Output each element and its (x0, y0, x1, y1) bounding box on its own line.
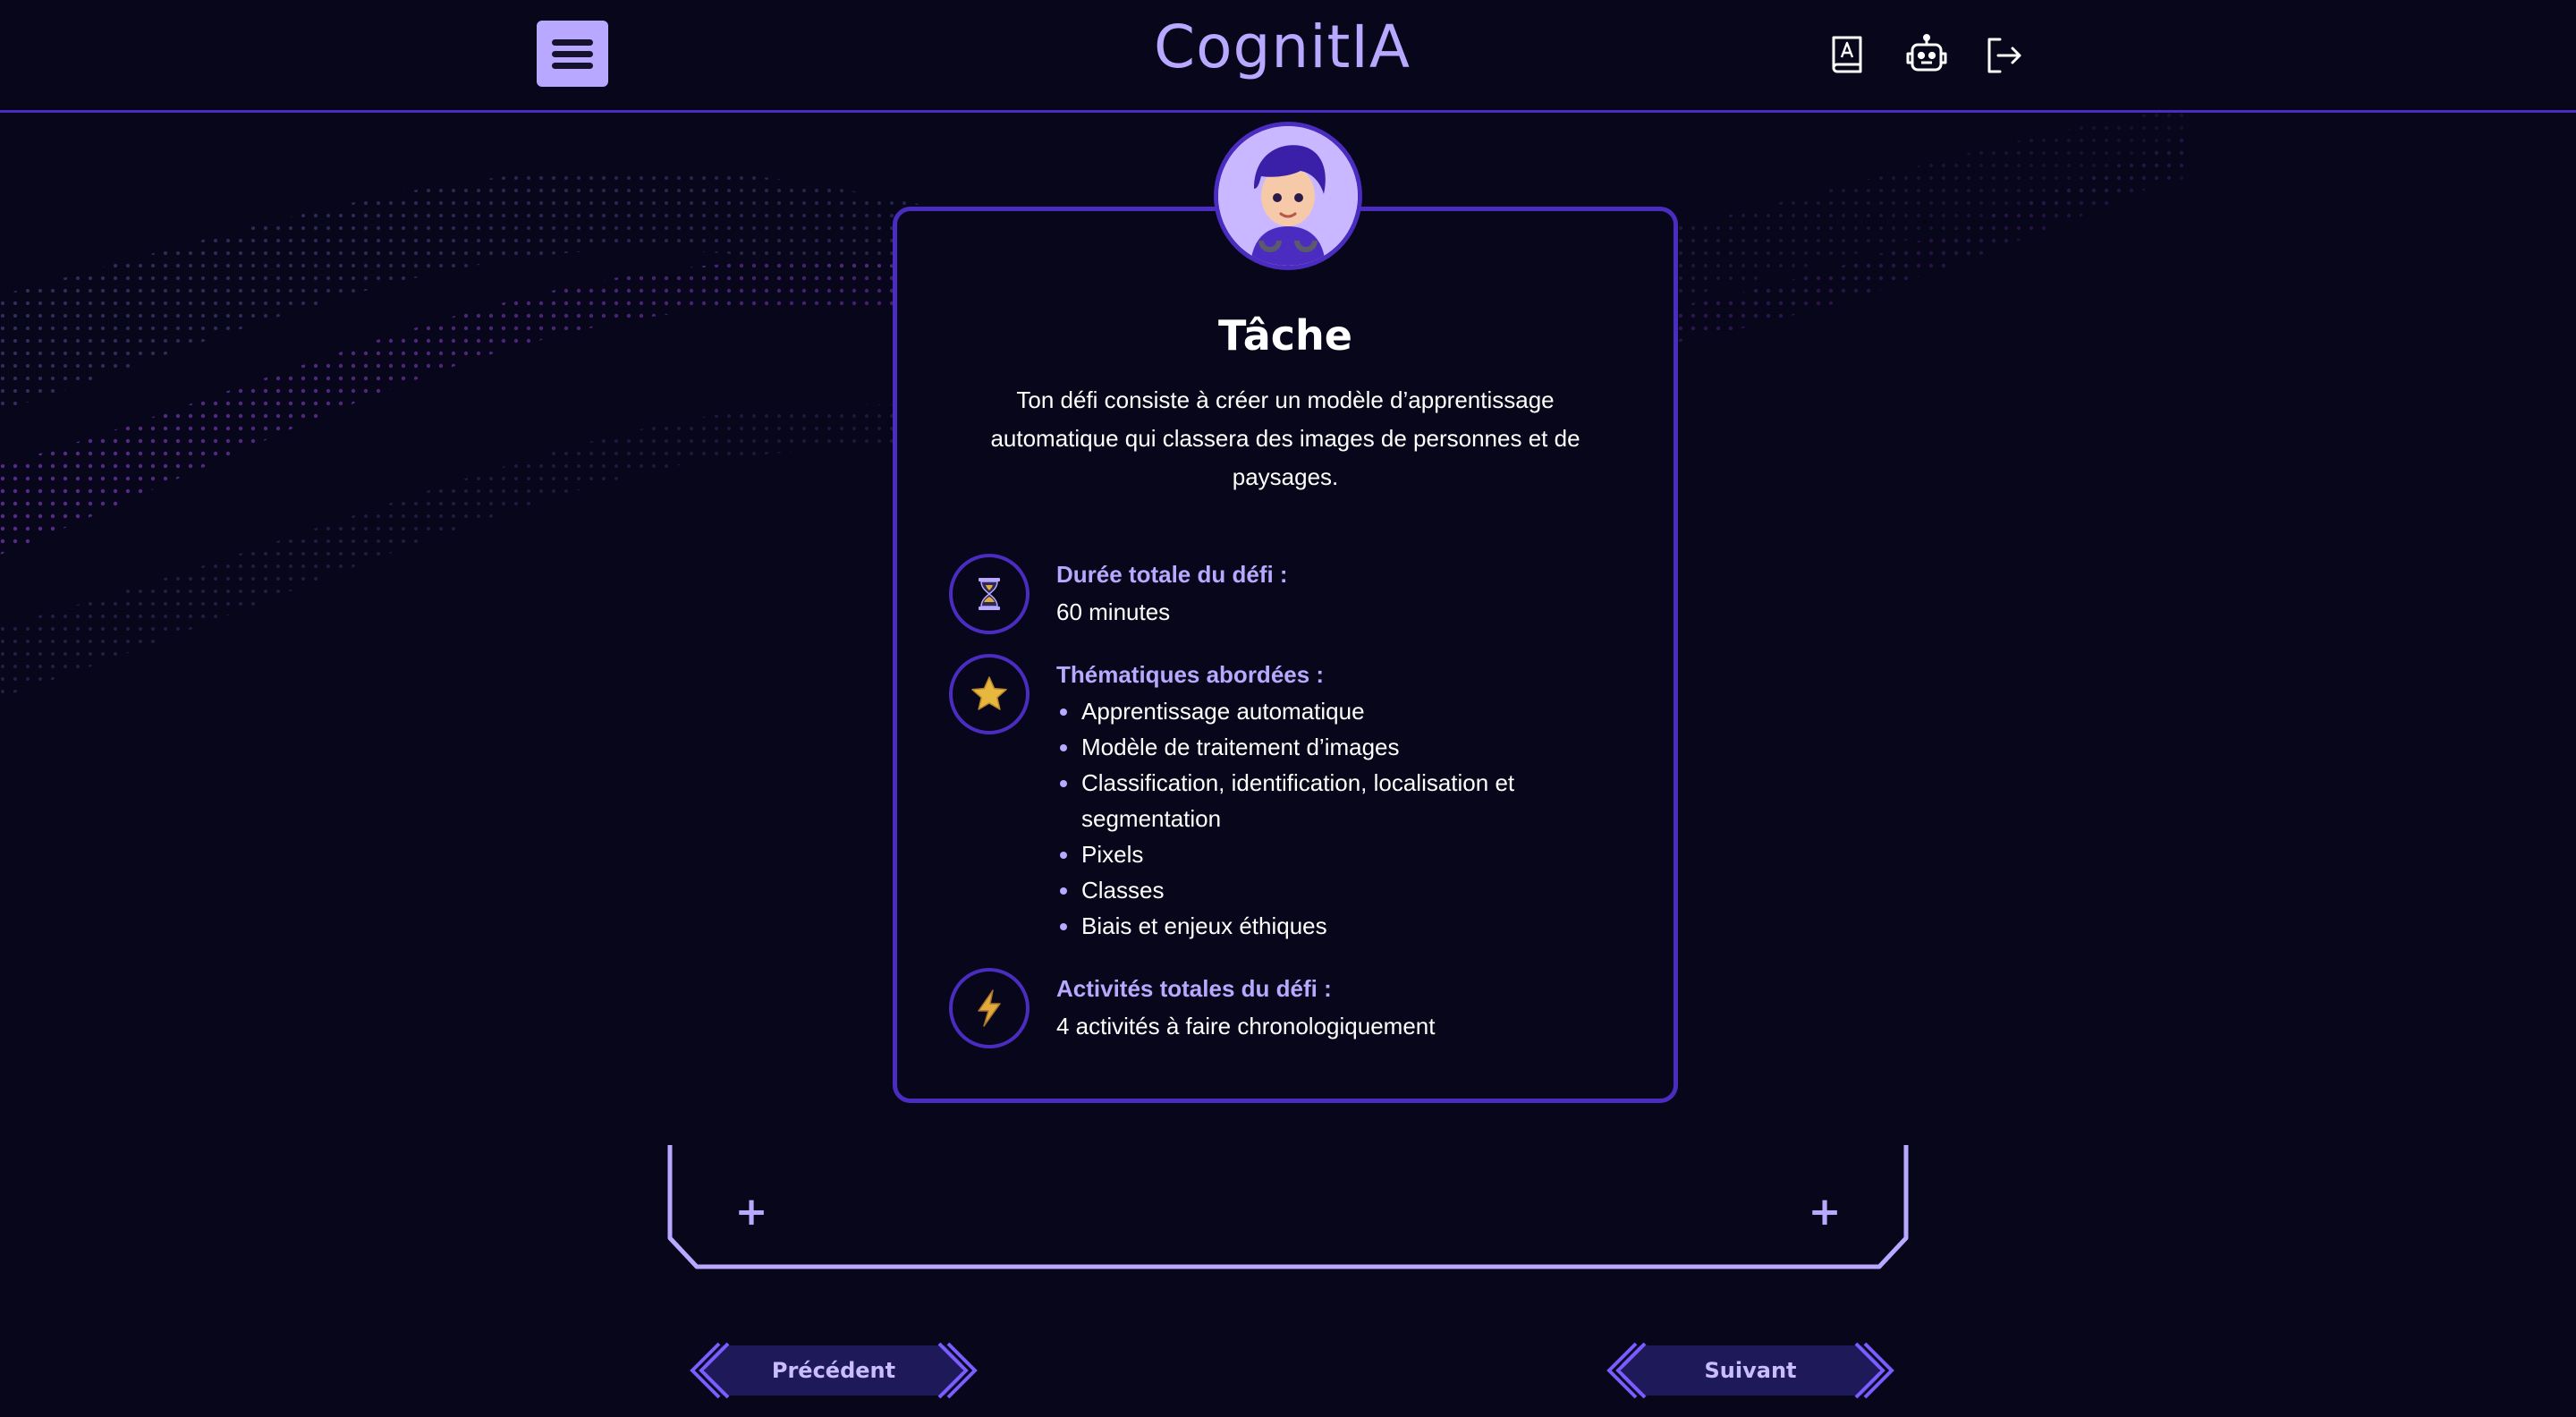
list-item: Apprentissage automatique (1056, 693, 1611, 729)
hourglass-icon (949, 554, 1030, 634)
top-navbar: CognitIA (0, 0, 2576, 113)
list-item: Classes (1056, 872, 1611, 908)
bottom-frame (667, 1145, 1909, 1269)
topics-label: Thématiques abordées : (1056, 661, 1325, 688)
menu-button[interactable] (537, 21, 608, 87)
list-item: Biais et enjeux éthiques (1056, 908, 1611, 944)
next-button[interactable]: Suivant (1600, 1342, 1901, 1399)
dictionary-icon[interactable] (1825, 32, 1871, 79)
logout-icon[interactable] (1980, 32, 2027, 79)
duration-value: 60 minutes (1056, 598, 1171, 625)
duration-label: Durée totale du défi : (1056, 561, 1288, 588)
robot-icon[interactable] (1903, 32, 1950, 79)
card-title: Tâche (1218, 311, 1352, 360)
activities-value: 4 activités à faire chronologiquement (1056, 1013, 1436, 1039)
list-item: Pixels (1056, 836, 1611, 872)
next-button-label: Suivant (1704, 1358, 1797, 1383)
card-description: Ton défi consiste à créer un modèle d’ap… (990, 386, 1580, 490)
frame-left-plus[interactable]: + (733, 1190, 769, 1235)
list-item: Classification, identification, localisa… (1056, 765, 1611, 836)
list-item: Modèle de traitement d’images (1056, 729, 1611, 765)
menu-icon (552, 34, 593, 74)
star-icon (949, 654, 1030, 734)
topics-list: Apprentissage automatique Modèle de trai… (1056, 693, 1611, 944)
frame-right-plus[interactable]: + (1807, 1190, 1843, 1235)
brand-logo[interactable]: CognitIA (1154, 13, 1410, 93)
task-card: Tâche Ton défi consiste à créer un modèl… (893, 207, 1678, 1103)
previous-button[interactable]: Précédent (683, 1342, 984, 1399)
lightning-icon (949, 968, 1030, 1048)
avatar (1214, 122, 1362, 270)
previous-button-label: Précédent (771, 1358, 896, 1383)
activities-label: Activités totales du défi : (1056, 975, 1332, 1002)
